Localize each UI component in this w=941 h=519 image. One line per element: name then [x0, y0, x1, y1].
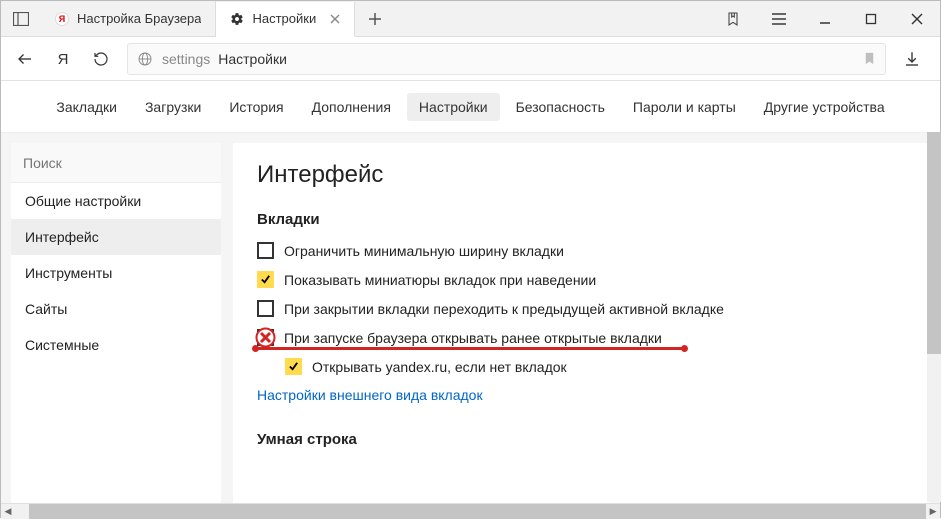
titlebar-right — [710, 1, 940, 36]
minimize-button[interactable] — [802, 1, 848, 36]
sidebar-item-system[interactable]: Системные — [11, 327, 221, 363]
sidebar-item-interface[interactable]: Интерфейс — [11, 219, 221, 255]
section-smartline-title: Умная строка — [257, 431, 906, 448]
section-tabs-title: Вкладки — [257, 211, 906, 228]
topnav-security[interactable]: Безопасность — [504, 93, 617, 121]
option-label: Ограничить минимальную ширину вкладки — [284, 243, 564, 259]
option-show-thumbnails[interactable]: Показывать миниатюры вкладок при наведен… — [257, 271, 906, 288]
checkbox-icon[interactable] — [257, 271, 274, 288]
topnav-devices[interactable]: Другие устройства — [752, 93, 897, 121]
gear-icon — [230, 12, 244, 26]
address-title: Настройки — [218, 51, 287, 67]
svg-text:Я: Я — [58, 51, 69, 68]
checkbox-icon[interactable] — [285, 358, 302, 375]
topnav-downloads[interactable]: Загрузки — [133, 93, 213, 121]
maximize-button[interactable] — [848, 1, 894, 36]
yandex-favicon-icon: Я — [55, 12, 69, 26]
vertical-scrollbar[interactable] — [927, 132, 941, 502]
bookmarks-icon[interactable] — [710, 1, 756, 36]
option-label: Показывать миниатюры вкладок при наведен… — [284, 272, 596, 288]
checkbox-icon[interactable] — [257, 242, 274, 259]
page-heading: Интерфейс — [257, 161, 906, 189]
option-restore-on-start[interactable]: При запуске браузера открывать ранее отк… — [257, 329, 906, 346]
sidebar-toggle-button[interactable] — [1, 1, 41, 36]
globe-icon — [136, 50, 154, 68]
checkbox-icon[interactable] — [257, 300, 274, 317]
annotation-underline — [255, 347, 685, 350]
settings-main: Интерфейс Вкладки Ограничить минимальную… — [233, 143, 930, 503]
checkbox-icon[interactable] — [257, 329, 274, 346]
tab-label: Настройки — [252, 11, 316, 26]
tab-item[interactable]: Я Настройка Браузера — [41, 1, 216, 36]
option-label: Открывать yandex.ru, если нет вкладок — [312, 359, 567, 375]
tabs-appearance-link[interactable]: Настройки внешнего вида вкладок — [257, 387, 483, 403]
horizontal-scrollbar[interactable]: ◀ ▶ — [1, 503, 940, 519]
toolbar: Я settings Настройки — [1, 37, 940, 81]
tabs-appearance-link-row: Настройки внешнего вида вкладок — [257, 387, 906, 403]
sidebar-search-input[interactable] — [11, 143, 221, 183]
topnav-bookmarks[interactable]: Закладки — [44, 93, 129, 121]
settings-topnav: Закладки Загрузки История Дополнения Нас… — [1, 81, 940, 133]
sidebar-item-tools[interactable]: Инструменты — [11, 255, 221, 291]
content: Общие настройки Интерфейс Инструменты Са… — [1, 133, 940, 503]
scrollbar-thumb-horizontal[interactable] — [29, 504, 926, 519]
option-close-goto-prev[interactable]: При закрытии вкладки переходить к предыд… — [257, 300, 906, 317]
reload-button[interactable] — [83, 41, 119, 77]
svg-text:Я: Я — [59, 14, 65, 24]
option-label: При запуске браузера открывать ранее отк… — [284, 330, 662, 346]
topnav-settings[interactable]: Настройки — [407, 93, 500, 121]
back-button[interactable] — [7, 41, 43, 77]
downloads-button[interactable] — [894, 41, 930, 77]
new-tab-button[interactable] — [355, 1, 395, 36]
tab-label: Настройка Браузера — [77, 11, 201, 26]
scrollbar-thumb[interactable] — [927, 132, 941, 354]
sidebar-item-general[interactable]: Общие настройки — [11, 183, 221, 219]
address-bar[interactable]: settings Настройки — [127, 43, 886, 75]
scroll-right-icon[interactable]: ▶ — [926, 504, 940, 519]
option-open-yandex-if-empty[interactable]: Открывать yandex.ru, если нет вкладок — [285, 358, 906, 375]
close-tab-icon[interactable] — [330, 14, 340, 24]
scroll-left-icon[interactable]: ◀ — [1, 504, 15, 519]
tab-item-active[interactable]: Настройки — [216, 2, 355, 37]
settings-sidebar: Общие настройки Интерфейс Инструменты Са… — [11, 143, 221, 503]
titlebar: Я Настройка Браузера Настройки — [1, 1, 940, 37]
option-min-tab-width[interactable]: Ограничить минимальную ширину вкладки — [257, 242, 906, 259]
address-url: settings — [162, 51, 210, 67]
topnav-passwords[interactable]: Пароли и карты — [621, 93, 748, 121]
close-window-button[interactable] — [894, 1, 940, 36]
yandex-home-button[interactable]: Я — [45, 41, 81, 77]
menu-icon[interactable] — [756, 1, 802, 36]
titlebar-left: Я Настройка Браузера Настройки — [1, 1, 395, 36]
sidebar-item-sites[interactable]: Сайты — [11, 291, 221, 327]
bookmark-icon[interactable] — [862, 50, 877, 67]
topnav-history[interactable]: История — [217, 93, 295, 121]
option-label: При закрытии вкладки переходить к предыд… — [284, 301, 724, 317]
topnav-addons[interactable]: Дополнения — [300, 93, 403, 121]
